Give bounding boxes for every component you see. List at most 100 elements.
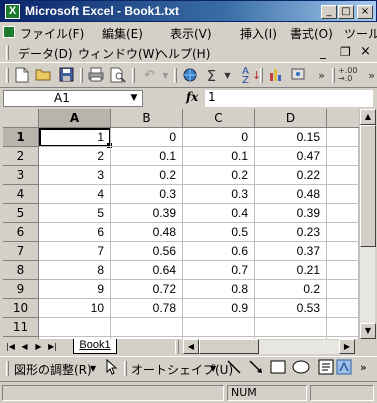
cell-b9[interactable]: 0.72 — [111, 280, 183, 299]
column-header-b[interactable]: B — [111, 109, 183, 128]
column-header-c[interactable]: C — [183, 109, 255, 128]
row-header-9[interactable]: 9 — [3, 280, 39, 299]
column-header-e[interactable] — [327, 109, 359, 128]
autoshapes-dropdown-icon[interactable]: ▼ — [210, 364, 216, 373]
next-sheet-icon[interactable]: ▶ — [33, 340, 44, 353]
vertical-scrollbar[interactable]: ▲ ▼ — [359, 109, 376, 339]
cell-e11[interactable] — [327, 318, 359, 337]
scroll-right-icon[interactable]: ▶ — [339, 339, 355, 354]
select-objects-icon[interactable] — [106, 358, 118, 378]
undo-dropdown-icon[interactable]: ▼ — [156, 67, 175, 85]
doc-minimize-button[interactable]: _ — [320, 45, 326, 59]
maximize-button[interactable]: □ — [338, 5, 354, 19]
worksheet-grid[interactable]: A B C D 1 1 0 0 0.15 2 2 0.1 0.1 0.47 3 3 0.2 0.2 0.22… — [3, 109, 359, 339]
cell-c3[interactable]: 0.2 — [183, 166, 255, 185]
doc-close-button[interactable]: × — [360, 44, 371, 59]
column-header-d[interactable]: D — [255, 109, 327, 128]
cell-e1[interactable] — [327, 128, 359, 147]
cell-a1[interactable]: 1 — [39, 128, 111, 147]
scroll-up-icon[interactable]: ▲ — [360, 109, 376, 125]
row-header-1[interactable]: 1 — [3, 128, 39, 147]
cell-b1[interactable]: 0 — [111, 128, 183, 147]
print-preview-icon[interactable] — [108, 67, 127, 85]
row-header-3[interactable]: 3 — [3, 166, 39, 185]
cell-c11[interactable] — [183, 318, 255, 337]
cell-d3[interactable]: 0.22 — [255, 166, 327, 185]
cell-c7[interactable]: 0.6 — [183, 242, 255, 261]
title-bar[interactable]: X Microsoft Excel - Book1.txt _ □ × — [0, 0, 377, 22]
cell-c2[interactable]: 0.1 — [183, 147, 255, 166]
cell-a9[interactable]: 9 — [39, 280, 111, 299]
rectangle-icon[interactable] — [270, 360, 286, 377]
name-box-dropdown-icon[interactable]: ▼ — [127, 91, 141, 106]
horizontal-scrollbar[interactable]: ◀ ▶ — [183, 339, 355, 354]
prev-sheet-icon[interactable]: ◀ — [19, 340, 30, 353]
cell-a10[interactable]: 10 — [39, 299, 111, 318]
toolbar-overflow-icon[interactable]: » — [362, 67, 377, 85]
arrow-icon[interactable] — [248, 359, 264, 378]
toolbar-overflow-icon[interactable]: » — [360, 361, 367, 374]
oval-icon[interactable] — [292, 360, 310, 377]
cell-a5[interactable]: 5 — [39, 204, 111, 223]
toolbar-grip[interactable] — [6, 361, 9, 376]
row-header-7[interactable]: 7 — [3, 242, 39, 261]
cell-c9[interactable]: 0.8 — [183, 280, 255, 299]
cell-d4[interactable]: 0.48 — [255, 185, 327, 204]
cell-d2[interactable]: 0.47 — [255, 147, 327, 166]
doc-restore-button[interactable]: ❐ — [340, 45, 351, 59]
cell-c5[interactable]: 0.4 — [183, 204, 255, 223]
first-sheet-icon[interactable]: |◀ — [5, 340, 16, 353]
cell-d5[interactable]: 0.39 — [255, 204, 327, 223]
row-header-8[interactable]: 8 — [3, 261, 39, 280]
cell-b3[interactable]: 0.2 — [111, 166, 183, 185]
cell-b7[interactable]: 0.56 — [111, 242, 183, 261]
menu-data[interactable]: データ(D) — [18, 45, 73, 62]
cell-b5[interactable]: 0.39 — [111, 204, 183, 223]
line-icon[interactable] — [226, 359, 242, 378]
cell-e8[interactable] — [327, 261, 359, 280]
cell-c4[interactable]: 0.3 — [183, 185, 255, 204]
row-header-2[interactable]: 2 — [3, 147, 39, 166]
document-icon[interactable] — [3, 26, 15, 38]
scroll-down-icon[interactable]: ▼ — [360, 323, 376, 339]
cell-e2[interactable] — [327, 147, 359, 166]
cell-b8[interactable]: 0.64 — [111, 261, 183, 280]
cell-d8[interactable]: 0.21 — [255, 261, 327, 280]
horizontal-scroll-thumb[interactable] — [199, 339, 259, 354]
cell-e10[interactable] — [327, 299, 359, 318]
last-sheet-icon[interactable]: ▶| — [47, 340, 58, 353]
name-box[interactable]: A1 — [3, 90, 143, 107]
excel-app-icon[interactable]: X — [5, 4, 20, 19]
menu-insert[interactable]: 挿入(I) — [240, 25, 277, 42]
cell-a3[interactable]: 3 — [39, 166, 111, 185]
autoshapes-menu-button[interactable]: オートシェイプ(U) — [131, 361, 233, 378]
cell-c1[interactable]: 0 — [183, 128, 255, 147]
textbox-icon[interactable] — [318, 359, 334, 378]
cell-e5[interactable] — [327, 204, 359, 223]
tab-split-handle[interactable] — [175, 340, 179, 354]
row-header-10[interactable]: 10 — [3, 299, 39, 318]
help-assistant-icon[interactable] — [288, 67, 307, 85]
sheet-tab-book1[interactable]: Book1 — [73, 339, 117, 354]
chart-wizard-icon[interactable] — [266, 67, 285, 85]
print-icon[interactable] — [86, 67, 105, 85]
cell-a4[interactable]: 4 — [39, 185, 111, 204]
cell-e7[interactable] — [327, 242, 359, 261]
cell-d6[interactable]: 0.23 — [255, 223, 327, 242]
cell-c10[interactable]: 0.9 — [183, 299, 255, 318]
cell-b2[interactable]: 0.1 — [111, 147, 183, 166]
wordart-icon[interactable] — [336, 359, 352, 378]
cell-b10[interactable]: 0.78 — [111, 299, 183, 318]
cell-d10[interactable]: 0.53 — [255, 299, 327, 318]
cell-a11[interactable] — [39, 318, 111, 337]
toolbar-grip[interactable] — [6, 68, 9, 83]
draw-menu-button[interactable]: 図形の調整(R) — [14, 361, 92, 378]
cell-d7[interactable]: 0.37 — [255, 242, 327, 261]
cell-e9[interactable] — [327, 280, 359, 299]
vertical-scroll-thumb[interactable] — [360, 125, 376, 247]
column-header-a[interactable]: A — [39, 109, 111, 128]
cell-b11[interactable] — [111, 318, 183, 337]
save-icon[interactable] — [57, 67, 76, 85]
close-button[interactable]: × — [357, 5, 373, 19]
insert-function-button[interactable]: fx — [186, 90, 198, 104]
